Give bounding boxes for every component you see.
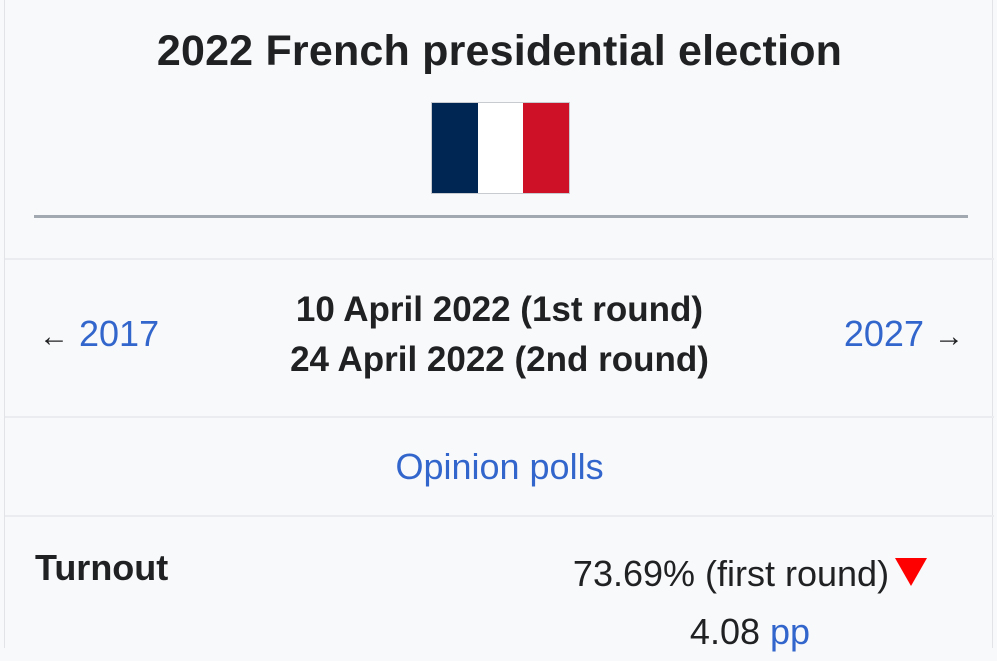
election-infobox: 2022 French presidential election ← 2017… (4, 0, 994, 652)
right-arrow-icon: → (934, 320, 964, 353)
section-divider (5, 515, 994, 517)
flag-stripe-blue (432, 103, 478, 193)
next-election-link[interactable]: 2027 (844, 313, 924, 354)
decrease-triangle-icon (895, 558, 928, 587)
turnout-percentage: 73.69% (first round) (572, 553, 890, 594)
opinion-polls-link[interactable]: Opinion polls (395, 446, 603, 487)
section-divider (5, 416, 994, 418)
flag-of-france-icon[interactable] (431, 102, 570, 194)
percentage-point-link[interactable]: pp (770, 611, 810, 652)
turnout-label: Turnout (35, 547, 169, 588)
flag-stripe-red (523, 103, 570, 193)
turnout-change-value: 4.08 (689, 611, 760, 652)
title-divider (34, 215, 968, 218)
infobox-title: 2022 French presidential election (156, 27, 843, 75)
next-election-nav: 2027 → (844, 312, 964, 359)
turnout-value: 73.69% (first round) 4.08 pp (550, 545, 950, 661)
opinion-polls-row: Opinion polls (5, 444, 994, 490)
flag-stripe-white (477, 103, 524, 193)
section-divider (5, 258, 994, 260)
